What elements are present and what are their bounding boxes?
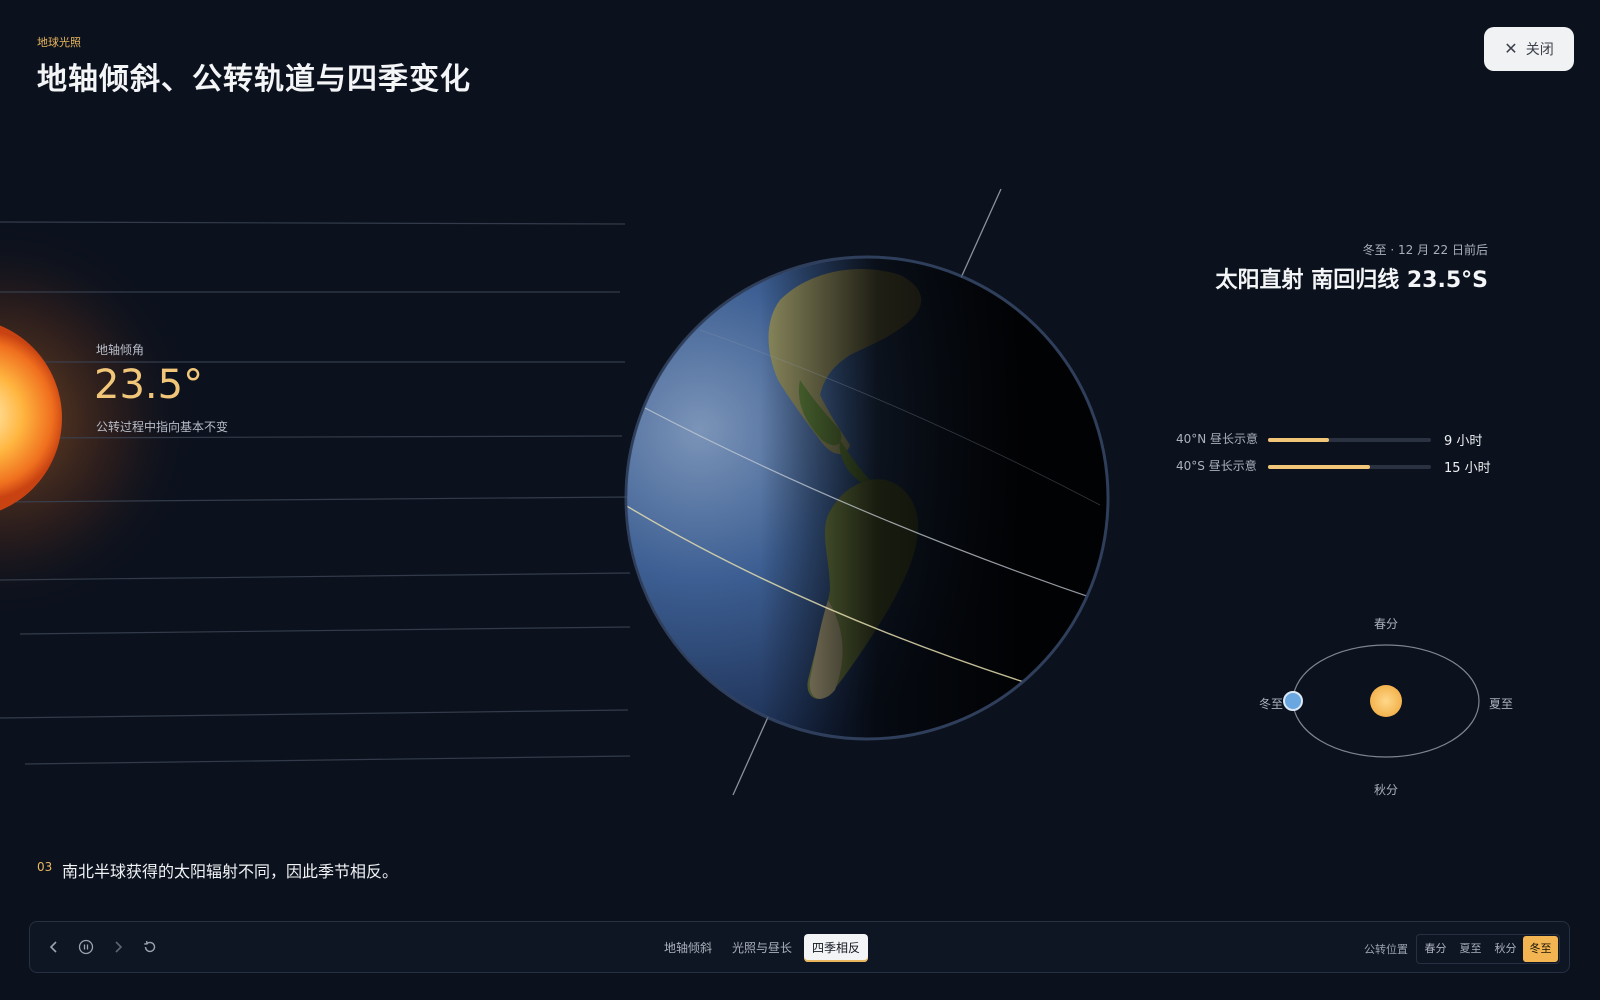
close-icon: ✕ — [1504, 39, 1518, 58]
season-date: 冬至 · 12 月 22 日前后 — [1362, 243, 1488, 257]
daylight-label: 40°N 昼长示意 — [1176, 432, 1259, 446]
orbit-label-spring: 春分 — [1374, 617, 1399, 631]
season-button-autumn[interactable]: 秋分 — [1488, 936, 1523, 962]
daylight-row-south: 40°S 昼长示意 15 小时 — [1176, 457, 1496, 476]
daylight-label: 40°S 昼长示意 — [1176, 459, 1257, 473]
season-button-winter[interactable]: 冬至 — [1523, 936, 1558, 962]
tilt-value: 23.5° — [94, 362, 204, 408]
sun-direct-headline: 太阳直射 南回归线 23.5°S — [1215, 268, 1488, 293]
orbit-label-winter: 冬至 — [1259, 697, 1284, 711]
tab-axis-tilt[interactable]: 地轴倾斜 — [656, 934, 720, 962]
season-button-summer[interactable]: 夏至 — [1453, 936, 1488, 962]
tilt-description: 公转过程中指向基本不变 — [96, 420, 229, 434]
earth-axis-north — [959, 188, 1002, 281]
daylight-track — [1268, 465, 1431, 469]
orbit-earth-marker — [1283, 691, 1303, 711]
pause-icon[interactable] — [74, 935, 98, 959]
next-icon[interactable] — [106, 935, 130, 959]
orbit-sun — [1370, 685, 1402, 717]
scene-illustration — [0, 188, 1480, 796]
tilt-label: 地轴倾角 — [96, 343, 145, 357]
chapter-tabs: 地轴倾斜 光照与昼长 四季相反 — [656, 934, 869, 962]
daylight-value: 9 小时 — [1444, 434, 1483, 449]
daylight-fill — [1268, 438, 1330, 442]
tab-opposite-seasons[interactable]: 四季相反 — [804, 934, 869, 962]
tab-light-daylength[interactable]: 光照与昼长 — [724, 934, 800, 962]
step-caption: 南北半球获得的太阳辐射不同，因此季节相反。 — [62, 862, 399, 881]
daylight-value: 15 小时 — [1444, 461, 1491, 476]
header-eyebrow: 地球光照 — [37, 36, 81, 49]
replay-icon[interactable] — [138, 935, 162, 959]
daylight-row-north: 40°N 昼长示意 9 小时 — [1176, 430, 1496, 449]
close-button-label: 关闭 — [1525, 42, 1554, 58]
page-title: 地轴倾斜、公转轨道与四季变化 — [37, 62, 471, 97]
step-number: 03 — [37, 860, 53, 874]
season-button-spring[interactable]: 春分 — [1418, 936, 1453, 962]
daylight-track — [1268, 438, 1431, 442]
close-button[interactable]: ✕ 关闭 — [1484, 27, 1574, 71]
earth-globe — [627, 258, 1107, 738]
orbit-label-autumn: 秋分 — [1374, 783, 1399, 797]
orbit-position-label: 公转位置 — [1364, 943, 1408, 956]
previous-icon[interactable] — [42, 935, 66, 959]
earth-axis-south — [732, 716, 769, 796]
playback-toolbar: 地轴倾斜 光照与昼长 四季相反 公转位置 春分 夏至 秋分 冬至 — [29, 921, 1570, 973]
season-selector: 春分 夏至 秋分 冬至 — [1416, 934, 1560, 964]
daylight-fill — [1268, 465, 1370, 469]
orbit-label-summer: 夏至 — [1489, 697, 1514, 711]
